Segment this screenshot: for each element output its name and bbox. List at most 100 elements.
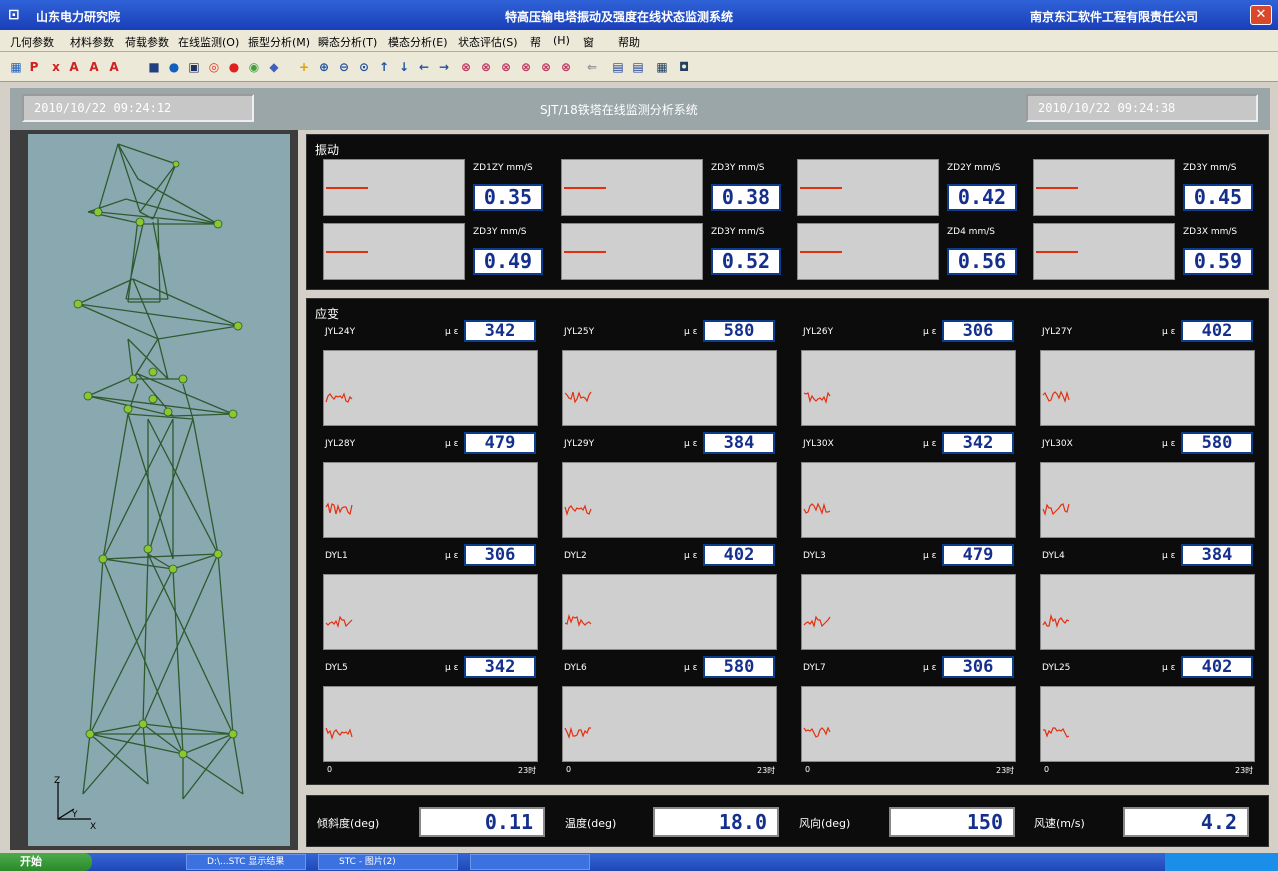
menu-item-assess[interactable]: 状态评估(S) (458, 34, 518, 50)
table-icon[interactable]: ▦ (654, 59, 670, 75)
vibration-trace (564, 251, 606, 253)
strain-value: 306 (464, 544, 536, 566)
strain-plot (1040, 462, 1255, 538)
taskbar-item-results[interactable]: D:\...STC 显示结果 (186, 854, 306, 870)
menu-item-material[interactable]: 材料参数 (70, 34, 114, 50)
strain-plot (323, 686, 538, 762)
close-button[interactable]: ✕ (1250, 5, 1272, 25)
wind-direction-value: 150 (889, 807, 1015, 837)
back-icon[interactable]: ⇐ (584, 59, 600, 75)
strain-plot (801, 574, 1016, 650)
vibration-plot (797, 159, 939, 216)
strain-unit: μ ε (684, 439, 698, 449)
ax-icon[interactable]: A (66, 59, 82, 75)
globe-icon[interactable]: ● (166, 59, 182, 75)
ay-icon[interactable]: A (86, 59, 102, 75)
strain-sensor-name: JYL25Y (564, 327, 595, 337)
menu-item-online[interactable]: 在线监测(O) (178, 34, 239, 50)
strain-plot (323, 462, 538, 538)
vibration-plot (323, 223, 465, 280)
frame-icon[interactable]: ▣ (186, 59, 202, 75)
diamond-icon[interactable]: ◆ (266, 59, 282, 75)
strain-value: 384 (1181, 544, 1253, 566)
arrow-left-icon[interactable]: ← (416, 59, 432, 75)
rotate-c-icon[interactable]: ⊗ (558, 59, 574, 75)
vibration-trace (326, 251, 368, 253)
strain-value: 580 (1181, 432, 1253, 454)
wind-speed-label: 风速(m/s) (1034, 817, 1085, 830)
arrow-right-icon[interactable]: → (436, 59, 452, 75)
strain-trace (1042, 503, 1070, 517)
vibration-plot (1033, 159, 1175, 216)
strain-plot (562, 350, 777, 426)
window-icon[interactable]: ■ (146, 59, 162, 75)
rotate-b-icon[interactable]: ⊗ (538, 59, 554, 75)
arrow-up-icon[interactable]: ↑ (376, 59, 392, 75)
taskbar: 开始 D:\...STC 显示结果 STC - 图片(2) (0, 853, 1278, 871)
arrow-down-icon[interactable]: ↓ (396, 59, 412, 75)
strain-trace (325, 615, 353, 629)
x-axis-label: X (90, 822, 97, 832)
rotate-y-icon[interactable]: ⊗ (478, 59, 494, 75)
menu-item-geometry[interactable]: 几何参数 (10, 34, 54, 50)
menu-item-help-b[interactable]: (H) (553, 34, 570, 47)
strain-sensor-name: DYL2 (564, 551, 587, 561)
strain-value: 384 (703, 432, 775, 454)
zoom-in-icon[interactable]: ⊕ (316, 59, 332, 75)
strain-plot (801, 462, 1016, 538)
record-icon[interactable]: ● (226, 59, 242, 75)
vibration-plot (323, 159, 465, 216)
menu-item-modal[interactable]: 振型分析(M) (248, 34, 310, 50)
strain-value: 342 (464, 656, 536, 678)
toolbar: ▦ P x A A A ■ ● ▣ ◎ ● ◉ ◆ + ⊕ ⊖ ⊙ ↑ ↓ ← … (0, 52, 1278, 82)
y-axis-label: Y (72, 810, 78, 820)
strain-value: 402 (1181, 656, 1253, 678)
strain-plot (801, 686, 1016, 762)
strain-value: 580 (703, 656, 775, 678)
strain-sensor-name: JYL30X (1042, 439, 1073, 449)
title-bar: ⊡ 山东电力研究院 特高压输电塔振动及强度在线状态监测系统 南京东汇软件工程有限… (0, 0, 1278, 30)
strain-plot (801, 350, 1016, 426)
start-button[interactable]: 开始 (0, 853, 92, 871)
view-a-icon[interactable]: ▤ (610, 59, 626, 75)
taskbar-item-image[interactable]: STC - 图片(2) (318, 854, 458, 870)
strain-value: 306 (942, 320, 1014, 342)
strain-sensor-name: DYL3 (803, 551, 826, 561)
target-icon[interactable]: ◎ (206, 59, 222, 75)
current-time: 2010/10/22 09:24:38 (1026, 94, 1258, 122)
tower-3d-panel: Z Y X (10, 130, 298, 850)
menu-item-transient[interactable]: 瞬态分析(T) (318, 34, 377, 50)
vibration-value: 0.59 (1183, 248, 1253, 275)
menu-item-window[interactable]: 窗 (583, 34, 594, 50)
vibration-trace (326, 187, 368, 189)
camera-icon[interactable]: ◘ (676, 59, 692, 75)
menu-item-help-a[interactable]: 帮 (530, 34, 541, 50)
strain-plot (323, 350, 538, 426)
strain-sensor-name: JYL27Y (1042, 327, 1073, 337)
vibration-value: 0.38 (711, 184, 781, 211)
vibration-sensor-label: ZD2Y mm/S (947, 163, 1001, 173)
zoom-out-icon[interactable]: ⊖ (336, 59, 352, 75)
az-icon[interactable]: A (106, 59, 122, 75)
p-icon[interactable]: P (26, 59, 42, 75)
menu-item-load[interactable]: 荷载参数 (125, 34, 169, 50)
strain-unit: μ ε (684, 327, 698, 337)
view-b-icon[interactable]: ▤ (630, 59, 646, 75)
tower-3d-view[interactable]: Z Y X (28, 134, 290, 846)
x-icon[interactable]: x (48, 59, 64, 75)
menu-item-help[interactable]: 帮助 (618, 34, 640, 50)
menu-item-mode[interactable]: 模态分析(E) (388, 34, 448, 50)
rotate-x-icon[interactable]: ⊗ (458, 59, 474, 75)
wheel-icon[interactable]: ◉ (246, 59, 262, 75)
rotate-a-icon[interactable]: ⊗ (518, 59, 534, 75)
x-axis-end-label: 23时 (518, 766, 537, 775)
wind-speed-value: 4.2 (1123, 807, 1249, 837)
plus-icon[interactable]: + (296, 59, 312, 75)
grid-icon[interactable]: ▦ (8, 59, 24, 75)
app-icon[interactable]: ⊡ (8, 7, 24, 23)
zoom-fit-icon[interactable]: ⊙ (356, 59, 372, 75)
vibration-value: 0.52 (711, 248, 781, 275)
strain-plot (562, 686, 777, 762)
rotate-z-icon[interactable]: ⊗ (498, 59, 514, 75)
taskbar-item-app[interactable] (470, 854, 590, 870)
